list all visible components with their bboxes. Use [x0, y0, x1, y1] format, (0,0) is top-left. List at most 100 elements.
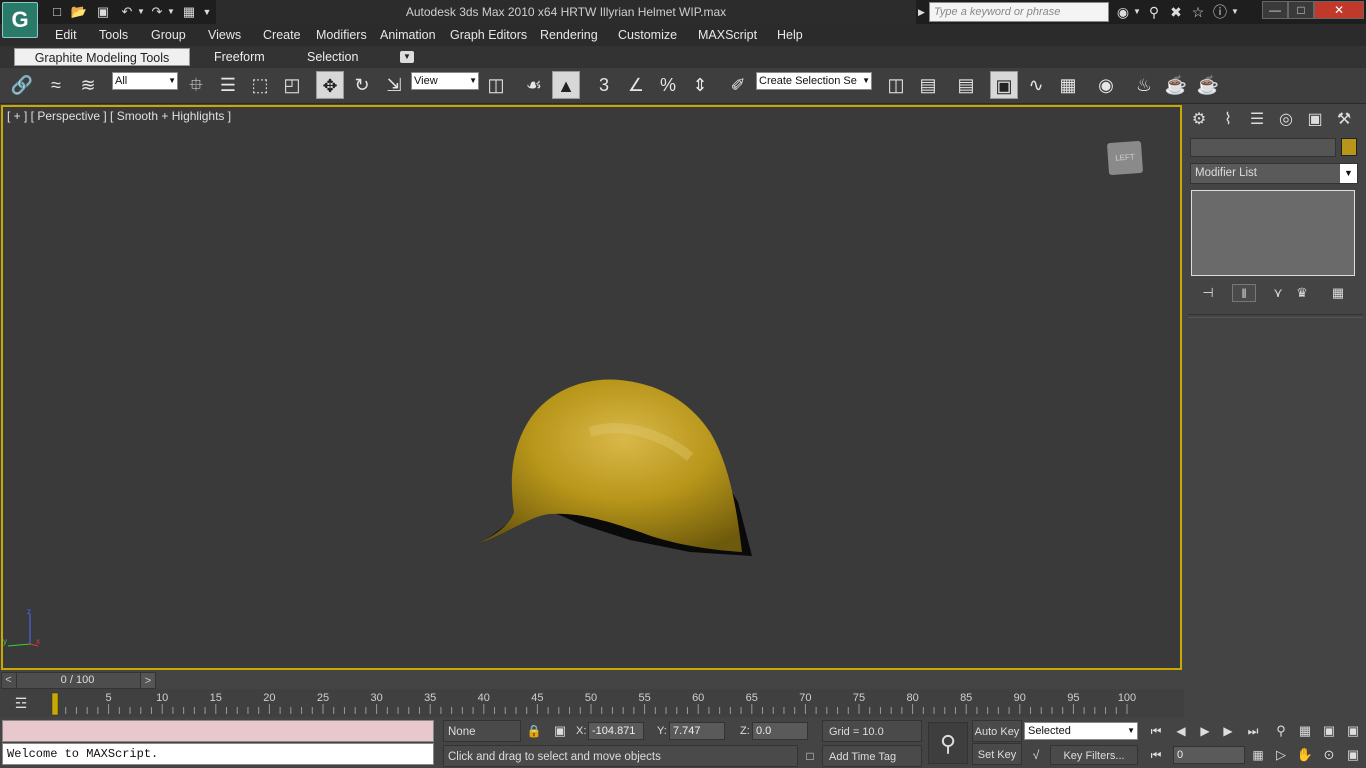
open-mini-curve-editor-icon[interactable]: ☲: [8, 693, 34, 713]
mirror-icon[interactable]: ◫: [882, 71, 910, 99]
open-file-icon[interactable]: 📂: [70, 3, 88, 21]
favorites-star-icon[interactable]: ☆: [1188, 3, 1208, 21]
zoom-icon[interactable]: ⚲: [1270, 721, 1292, 741]
menu-rendering[interactable]: Rendering: [536, 24, 602, 46]
set-keys-icon[interactable]: ⚲: [928, 722, 968, 764]
undo-icon[interactable]: ↶: [118, 3, 136, 21]
lock-selection-icon[interactable]: 🔒: [526, 722, 542, 740]
motion-panel-tab[interactable]: ◎: [1274, 109, 1298, 131]
named-selection-sets-dropdown[interactable]: Create Selection Se: [756, 72, 872, 90]
maxscript-mini-listener-input[interactable]: [2, 720, 434, 742]
menu-graph-editors[interactable]: Graph Editors: [446, 24, 531, 46]
snaps-toggle-icon[interactable]: 3: [590, 71, 618, 99]
play-icon[interactable]: ▶: [1194, 722, 1216, 740]
previous-frame-icon[interactable]: ◀: [1170, 722, 1192, 740]
spinner-snap-icon[interactable]: ⇕: [686, 71, 714, 99]
create-panel-tab[interactable]: ⚙: [1187, 109, 1211, 131]
add-time-tag-button[interactable]: Add Time Tag: [822, 745, 922, 767]
menu-help[interactable]: Help: [773, 24, 807, 46]
redo-icon[interactable]: ↷: [148, 3, 166, 21]
helmet-model[interactable]: [470, 372, 760, 562]
show-end-result-icon[interactable]: ‖: [1232, 284, 1256, 302]
material-editor-icon[interactable]: ◉: [1092, 71, 1120, 99]
help-dropdown-icon[interactable]: ▼: [1230, 3, 1240, 21]
modifier-stack-view[interactable]: [1191, 190, 1355, 276]
y-coordinate-field[interactable]: 7.747: [669, 722, 725, 740]
select-and-link-icon[interactable]: 🔗: [8, 71, 36, 99]
time-slider-next-button[interactable]: >: [140, 672, 156, 689]
hierarchy-panel-tab[interactable]: ☰: [1245, 109, 1269, 131]
select-and-rotate-icon[interactable]: ↻: [348, 71, 376, 99]
auto-key-button[interactable]: Auto Key: [972, 720, 1022, 742]
zoom-extents-icon[interactable]: ▣: [1318, 721, 1340, 741]
save-file-icon[interactable]: ▣: [94, 3, 112, 21]
isolate-selection-icon[interactable]: □: [800, 746, 820, 766]
key-mode-toggle-icon[interactable]: ⏮: [1145, 746, 1167, 764]
pan-view-icon[interactable]: ✋: [1294, 745, 1316, 765]
align-icon[interactable]: ▤: [914, 71, 942, 99]
make-unique-icon[interactable]: ⋎: [1266, 284, 1290, 302]
binoculars-icon[interactable]: ◉: [1113, 3, 1133, 21]
menu-tools[interactable]: Tools: [95, 24, 132, 46]
select-object-icon[interactable]: ⯐: [182, 71, 210, 99]
time-slider-frame-readout[interactable]: 0 / 100: [20, 672, 135, 689]
select-and-manipulate-icon[interactable]: ☙: [520, 71, 548, 99]
menu-group[interactable]: Group: [147, 24, 190, 46]
remove-modifier-icon[interactable]: ♛: [1290, 284, 1314, 302]
application-button[interactable]: G: [2, 2, 38, 38]
menu-animation[interactable]: Animation: [376, 24, 440, 46]
keyboard-shortcut-override-icon[interactable]: ▲: [552, 71, 580, 99]
menu-views[interactable]: Views: [204, 24, 245, 46]
select-and-move-icon[interactable]: ✥: [316, 71, 344, 99]
pin-stack-icon[interactable]: ⊣: [1196, 284, 1220, 302]
tab-freeform[interactable]: Freeform: [206, 48, 273, 66]
go-to-start-icon[interactable]: ⏮: [1145, 722, 1167, 740]
key-mode-dropdown[interactable]: Selected: [1024, 722, 1138, 740]
project-folder-icon[interactable]: ▦: [180, 3, 198, 21]
graphite-toggle-icon[interactable]: ▣: [990, 71, 1018, 99]
minimize-button[interactable]: —: [1262, 1, 1288, 19]
time-slider-prev-button[interactable]: <: [1, 672, 17, 689]
utilities-panel-tab[interactable]: ⚒: [1332, 109, 1356, 131]
ribbon-toggle-icon[interactable]: ▼: [400, 51, 414, 63]
pivot-center-icon[interactable]: ◫: [482, 71, 510, 99]
key-icon[interactable]: ⚲: [1144, 3, 1164, 21]
configure-modifier-sets-icon[interactable]: ▦: [1326, 284, 1350, 302]
menu-modifiers[interactable]: Modifiers: [312, 24, 371, 46]
percent-snap-icon[interactable]: %: [654, 71, 682, 99]
viewcube[interactable]: LEFT: [1106, 140, 1144, 176]
qat-dropdown-icon[interactable]: ▼: [200, 3, 214, 21]
object-name-field[interactable]: [1190, 138, 1336, 157]
set-key-button[interactable]: Set Key: [972, 743, 1022, 765]
search-expand-icon[interactable]: ▶: [918, 3, 928, 21]
new-file-icon[interactable]: □: [48, 3, 66, 21]
undo-dropdown-icon[interactable]: ▼: [136, 3, 146, 21]
select-and-scale-icon[interactable]: ⇲: [380, 71, 408, 99]
modifier-list-dropdown[interactable]: Modifier List: [1190, 163, 1358, 184]
menu-customize[interactable]: Customize: [614, 24, 681, 46]
modifier-list-arrow-icon[interactable]: ▼: [1340, 164, 1357, 183]
reference-coordinate-dropdown[interactable]: View: [411, 72, 479, 90]
window-crossing-icon[interactable]: ◰: [278, 71, 306, 99]
layer-manager-icon[interactable]: ▤: [952, 71, 980, 99]
default-in-out-tangents-icon[interactable]: √: [1024, 745, 1048, 765]
tab-graphite-modeling-tools[interactable]: Graphite Modeling Tools: [14, 48, 190, 66]
tools-icon[interactable]: ✖: [1166, 3, 1186, 21]
orbit-icon[interactable]: ⊙: [1318, 745, 1340, 765]
menu-create[interactable]: Create: [259, 24, 305, 46]
object-color-swatch[interactable]: [1341, 138, 1357, 156]
go-to-end-icon[interactable]: ⏭: [1242, 722, 1264, 740]
menu-edit[interactable]: Edit: [51, 24, 81, 46]
render-production-icon[interactable]: ☕: [1194, 71, 1222, 99]
current-frame-field[interactable]: 0: [1173, 746, 1245, 764]
search-dropdown-icon[interactable]: ▼: [1132, 3, 1142, 21]
close-button[interactable]: ✕: [1314, 1, 1364, 19]
modify-panel-tab[interactable]: ⌇: [1216, 109, 1240, 131]
zoom-extents-all-icon[interactable]: ▣: [1342, 721, 1364, 741]
curve-editor-icon[interactable]: ∿: [1022, 71, 1050, 99]
next-frame-icon[interactable]: ▶: [1217, 722, 1239, 740]
key-filters-button[interactable]: Key Filters...: [1050, 745, 1138, 765]
maximize-button[interactable]: □: [1288, 1, 1314, 19]
zoom-all-icon[interactable]: ▦: [1294, 721, 1316, 741]
x-coordinate-field[interactable]: -104.871: [588, 722, 644, 740]
